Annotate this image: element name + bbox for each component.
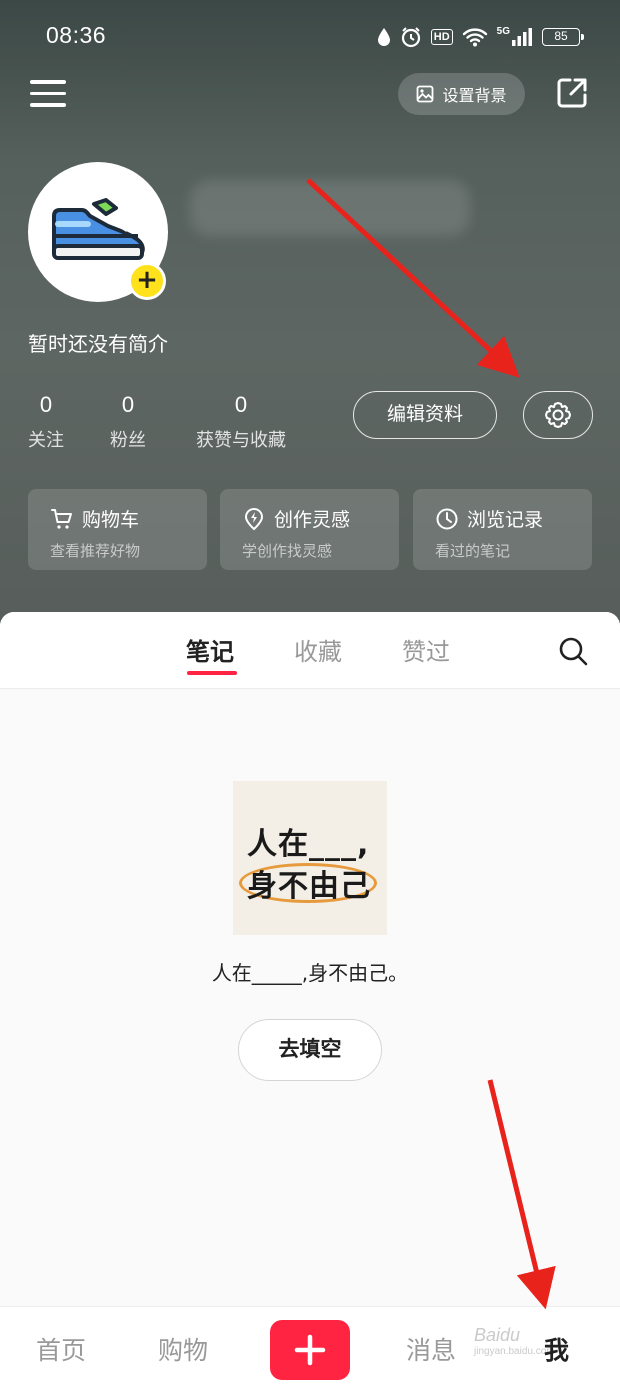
nav-me[interactable]: 我 [544, 1331, 569, 1367]
status-icons: HD 5G 85 [377, 25, 584, 48]
active-tab-indicator [187, 671, 237, 675]
search-icon[interactable] [558, 636, 588, 666]
menu-icon[interactable] [30, 80, 66, 110]
add-avatar-button[interactable]: + [128, 262, 166, 300]
card-title: 购物车 [82, 509, 140, 531]
water-drop-icon [377, 28, 390, 46]
hd-icon: HD [430, 29, 453, 45]
bolt-pin-icon [244, 507, 264, 530]
watermark-sub: jingyan.baidu.com [474, 1346, 555, 1357]
signal-icon [512, 28, 532, 46]
card-title: 浏览记录 [467, 509, 544, 531]
stat-following[interactable]: 0 关注 [26, 392, 66, 452]
set-background-button[interactable]: 设置背景 [398, 73, 525, 115]
edit-profile-button[interactable]: 编辑资料 [353, 391, 497, 439]
tab-collections[interactable]: 收藏 [294, 632, 342, 667]
nav-messages[interactable]: 消息 [406, 1331, 456, 1367]
stat-followers[interactable]: 0 粉丝 [108, 392, 148, 452]
nav-home[interactable]: 首页 [36, 1331, 86, 1367]
alarm-icon [401, 27, 420, 48]
set-background-label: 设置背景 [442, 86, 507, 105]
status-bar: 08:36 HD 5G 85 [46, 22, 584, 54]
quick-card-history[interactable]: 浏览记录 看过的笔记 [413, 489, 592, 570]
nav-shop[interactable]: 购物 [158, 1331, 208, 1367]
clock-icon [436, 508, 458, 529]
card-title: 创作灵感 [274, 509, 351, 531]
watermark: Baidu jingyan.baidu.com [474, 1325, 555, 1357]
card-subtitle: 学创作找灵感 [242, 542, 333, 560]
stat-value: 0 [121, 392, 135, 417]
quick-card-cart[interactable]: 购物车 查看推荐好物 [28, 489, 207, 570]
settings-button[interactable] [523, 391, 593, 439]
stat-label: 获赞与收藏 [196, 430, 286, 451]
share-icon[interactable] [555, 76, 589, 110]
tab-liked[interactable]: 赞过 [402, 632, 450, 667]
bottom-nav: 首页 购物 消息 Baidu jingyan.baidu.com 我 [0, 1306, 620, 1386]
content-tabs: 笔记 收藏 赞过 [0, 612, 620, 689]
card-subtitle: 看过的笔记 [435, 542, 511, 560]
image-icon [417, 85, 434, 103]
cart-icon [51, 508, 72, 529]
bio-text: 暂时还没有简介 [28, 332, 168, 356]
promo-image-line1: 人在___, [247, 827, 370, 862]
quick-card-inspiration[interactable]: 创作灵感 学创作找灵感 [220, 489, 399, 570]
tab-notes[interactable]: 笔记 [186, 632, 234, 667]
stat-value: 0 [234, 392, 248, 417]
promo-image-line2: 身不由己 [247, 869, 371, 904]
status-time: 08:36 [46, 22, 107, 48]
promo-image: 人在___, 身不由己 [233, 781, 387, 935]
battery-indicator: 85 [542, 28, 584, 46]
profile-header: 08:36 HD 5G 85 设置背景 + 暂时还没有简介 0 关注 0 粉丝 … [0, 0, 620, 640]
create-post-button[interactable] [270, 1320, 350, 1380]
stat-label: 关注 [28, 430, 64, 451]
promo-caption: 人在_____,身不由己。 [211, 961, 409, 985]
stat-likes-collections[interactable]: 0 获赞与收藏 [192, 392, 290, 452]
gear-icon [545, 402, 571, 428]
fill-blank-button[interactable]: 去填空 [238, 1019, 382, 1081]
stat-value: 0 [39, 392, 53, 417]
plus-icon [294, 1334, 326, 1366]
network-type: 5G [496, 25, 510, 37]
wifi-icon [462, 28, 487, 47]
content-panel: 笔记 收藏 赞过 人在___, 身不由己 人在_____,身不由己。 去填空 [0, 612, 620, 1306]
watermark-brand: Baidu [474, 1325, 521, 1345]
card-subtitle: 查看推荐好物 [50, 542, 141, 560]
stat-label: 粉丝 [110, 430, 146, 451]
nickname-blurred [190, 180, 470, 236]
